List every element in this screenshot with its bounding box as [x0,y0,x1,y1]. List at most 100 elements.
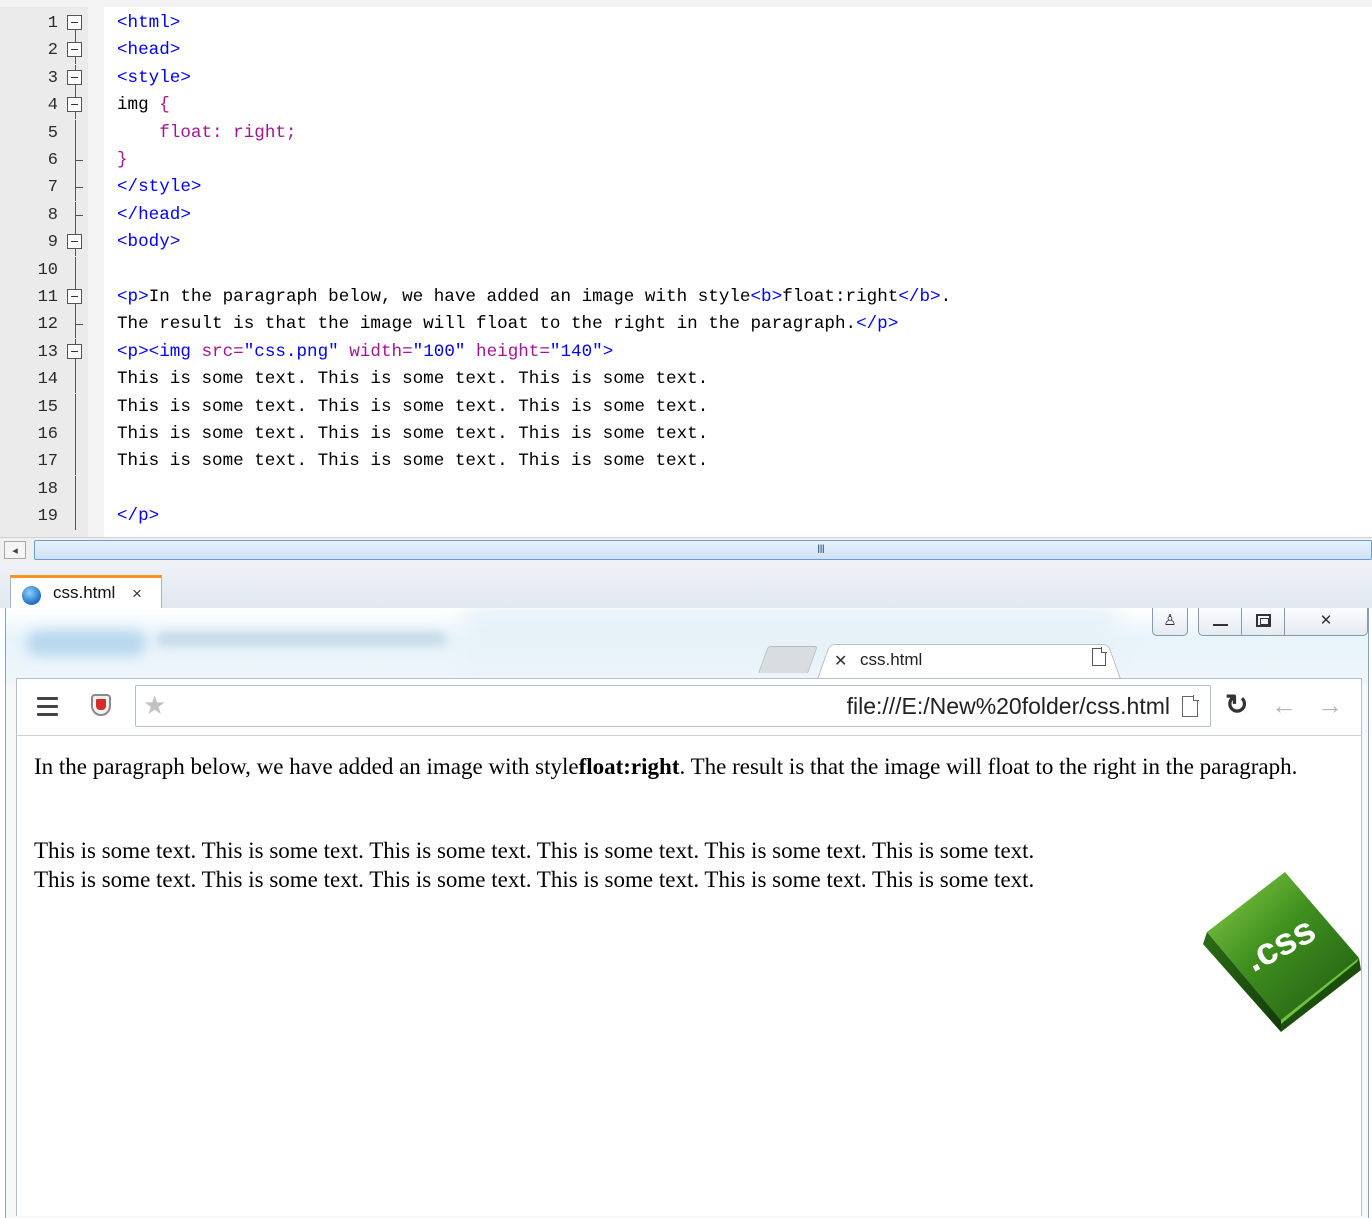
user-profile-icon[interactable]: ♙ [1152,608,1188,636]
restore-icon [1256,614,1271,627]
code-line[interactable]: 14 This is some text. This is some text. … [0,366,1372,394]
code-line[interactable]: 10 [0,256,1372,284]
fold-toggle-icon[interactable] [65,92,87,120]
line-number: 3 [47,68,58,88]
reload-icon[interactable]: ↻ [1225,688,1248,722]
document-tab-css-html[interactable]: css.html × [10,575,162,608]
code-text[interactable]: } [117,147,128,174]
blurred-background [26,630,146,656]
css-logo-image: .css [1203,872,1361,1032]
code-text[interactable]: </p> [117,503,159,530]
restore-button[interactable] [1241,608,1285,636]
code-text[interactable]: <style> [117,65,191,92]
code-text[interactable]: <body> [117,229,180,256]
code-text[interactable]: <head> [117,37,180,64]
line-number: 10 [37,260,58,280]
browser-toolbar: ★ file:///E:/New%20folder/css.html ↻ ← → [16,678,1362,736]
sample-paragraph: This is some text. This is some text. Th… [34,836,1174,894]
code-text[interactable]: </style> [117,174,201,201]
code-text[interactable]: This is some text. This is some text. Th… [117,448,708,475]
back-arrow-icon[interactable]: ← [1271,688,1297,722]
code-line[interactable]: 11 <p>In the paragraph below, we have add… [0,284,1372,311]
code-line[interactable]: 7 </style> [0,174,1372,202]
fold-guide [65,147,87,174]
line-number: 13 [37,342,58,362]
fold-guide [65,174,87,202]
code-line[interactable]: 9 <body> [0,229,1372,257]
hamburger-menu-icon[interactable] [37,697,59,717]
code-text[interactable]: The result is that the image will float … [117,311,898,338]
code-line[interactable]: 18 [0,475,1372,503]
browser-titlebar[interactable]: ♙ ✕ ✕ css.html [6,608,1368,684]
line-number: 17 [37,452,58,472]
code-text[interactable]: </head> [117,202,191,229]
line-number: 9 [47,233,58,253]
blurred-background [156,632,446,646]
code-text[interactable]: This is some text. This is some text. Th… [117,394,708,421]
browser-tab-css-html[interactable]: ✕ css.html [816,640,1122,682]
line-number: 5 [47,123,58,143]
line-number: 6 [47,151,58,170]
address-url[interactable]: file:///E:/New%20folder/css.html [847,693,1170,720]
close-tab-icon[interactable]: × [132,584,142,604]
fold-toggle-icon[interactable] [65,338,87,366]
fold-guide [65,475,87,503]
address-bar[interactable]: ★ file:///E:/New%20folder/css.html [135,685,1211,727]
code-line[interactable]: 15 This is some text. This is some text. … [0,393,1372,421]
new-tab-button[interactable] [758,646,818,673]
page-info-icon[interactable] [1182,695,1199,717]
editor-horizontal-scrollbar[interactable]: ◂ III [0,537,1372,564]
browser-tab-title: css.html [860,650,923,669]
line-number: 15 [37,397,58,417]
fold-toggle-icon[interactable] [65,64,87,92]
code-line[interactable]: 1 <html> [0,10,1372,37]
document-tab-label: css.html [53,583,116,602]
fold-guide [65,311,87,339]
fold-guide [65,201,87,229]
intro-text-end: . The result is that the image will floa… [679,754,1298,779]
scrollbar-thumb[interactable]: III [34,540,1372,560]
fold-toggle-icon[interactable] [65,284,87,311]
code-line[interactable]: 19 </p> [0,503,1372,531]
code-line[interactable]: 16 This is some text. This is some text. … [0,421,1372,448]
code-text[interactable]: float: right; [117,120,296,147]
browser-window: ♙ ✕ ✕ css.html ★ file:///E:/New%20folder… [5,608,1369,1218]
line-number: 16 [37,425,58,444]
fold-guide [65,256,87,284]
code-text[interactable]: <p><img src="css.png" width="100" height… [117,339,613,366]
line-number: 1 [47,14,58,33]
code-text[interactable]: <p>In the paragraph below, we have added… [117,284,951,311]
fold-toggle-icon[interactable] [65,229,87,257]
fold-guide [65,503,87,531]
code-text[interactable]: This is some text. This is some text. Th… [117,421,708,448]
line-number: 14 [37,370,58,390]
fold-toggle-icon[interactable] [65,10,87,37]
fold-toggle-icon[interactable] [65,37,87,65]
code-line[interactable]: 17 This is some text. This is some text. … [0,448,1372,476]
code-line[interactable]: 13 <p><img src="css.png" width="100" heig… [0,338,1372,366]
code-text[interactable]: This is some text. This is some text. Th… [117,366,708,393]
code-line[interactable]: 5 float: right; [0,119,1372,147]
code-line[interactable]: 3 <style> [0,64,1372,92]
code-line[interactable]: 8 </head> [0,201,1372,229]
scrollbar-grip-icon: III [817,542,825,556]
bookmark-star-icon[interactable]: ★ [143,691,166,719]
close-tab-icon[interactable]: ✕ [834,651,847,671]
fold-guide [65,119,87,147]
sample-line-2: This is some text. This is some text. Th… [34,867,1035,892]
code-line[interactable]: 2 <head> [0,37,1372,65]
code-line[interactable]: 12 The result is that the image will floa… [0,311,1372,339]
scroll-left-arrow-icon[interactable]: ◂ [4,541,26,559]
code-line[interactable]: 6} [0,147,1372,174]
page-viewport[interactable]: In the paragraph below, we have added an… [16,736,1362,1216]
code-line[interactable]: 4 img { [0,92,1372,120]
extension-shield-icon[interactable] [89,693,113,719]
code-text[interactable]: <html> [117,10,180,37]
forward-arrow-icon[interactable]: → [1317,688,1343,722]
close-window-button[interactable]: ✕ [1284,608,1368,636]
code-text[interactable]: img { [117,92,170,119]
sample-line-1: This is some text. This is some text. Th… [34,838,1035,863]
line-number: 4 [47,96,58,116]
minimize-button[interactable] [1198,608,1242,636]
code-editor[interactable]: 1 <html> 2 <head> 3 <style> 4 img {5 float: rig… [0,0,1372,537]
